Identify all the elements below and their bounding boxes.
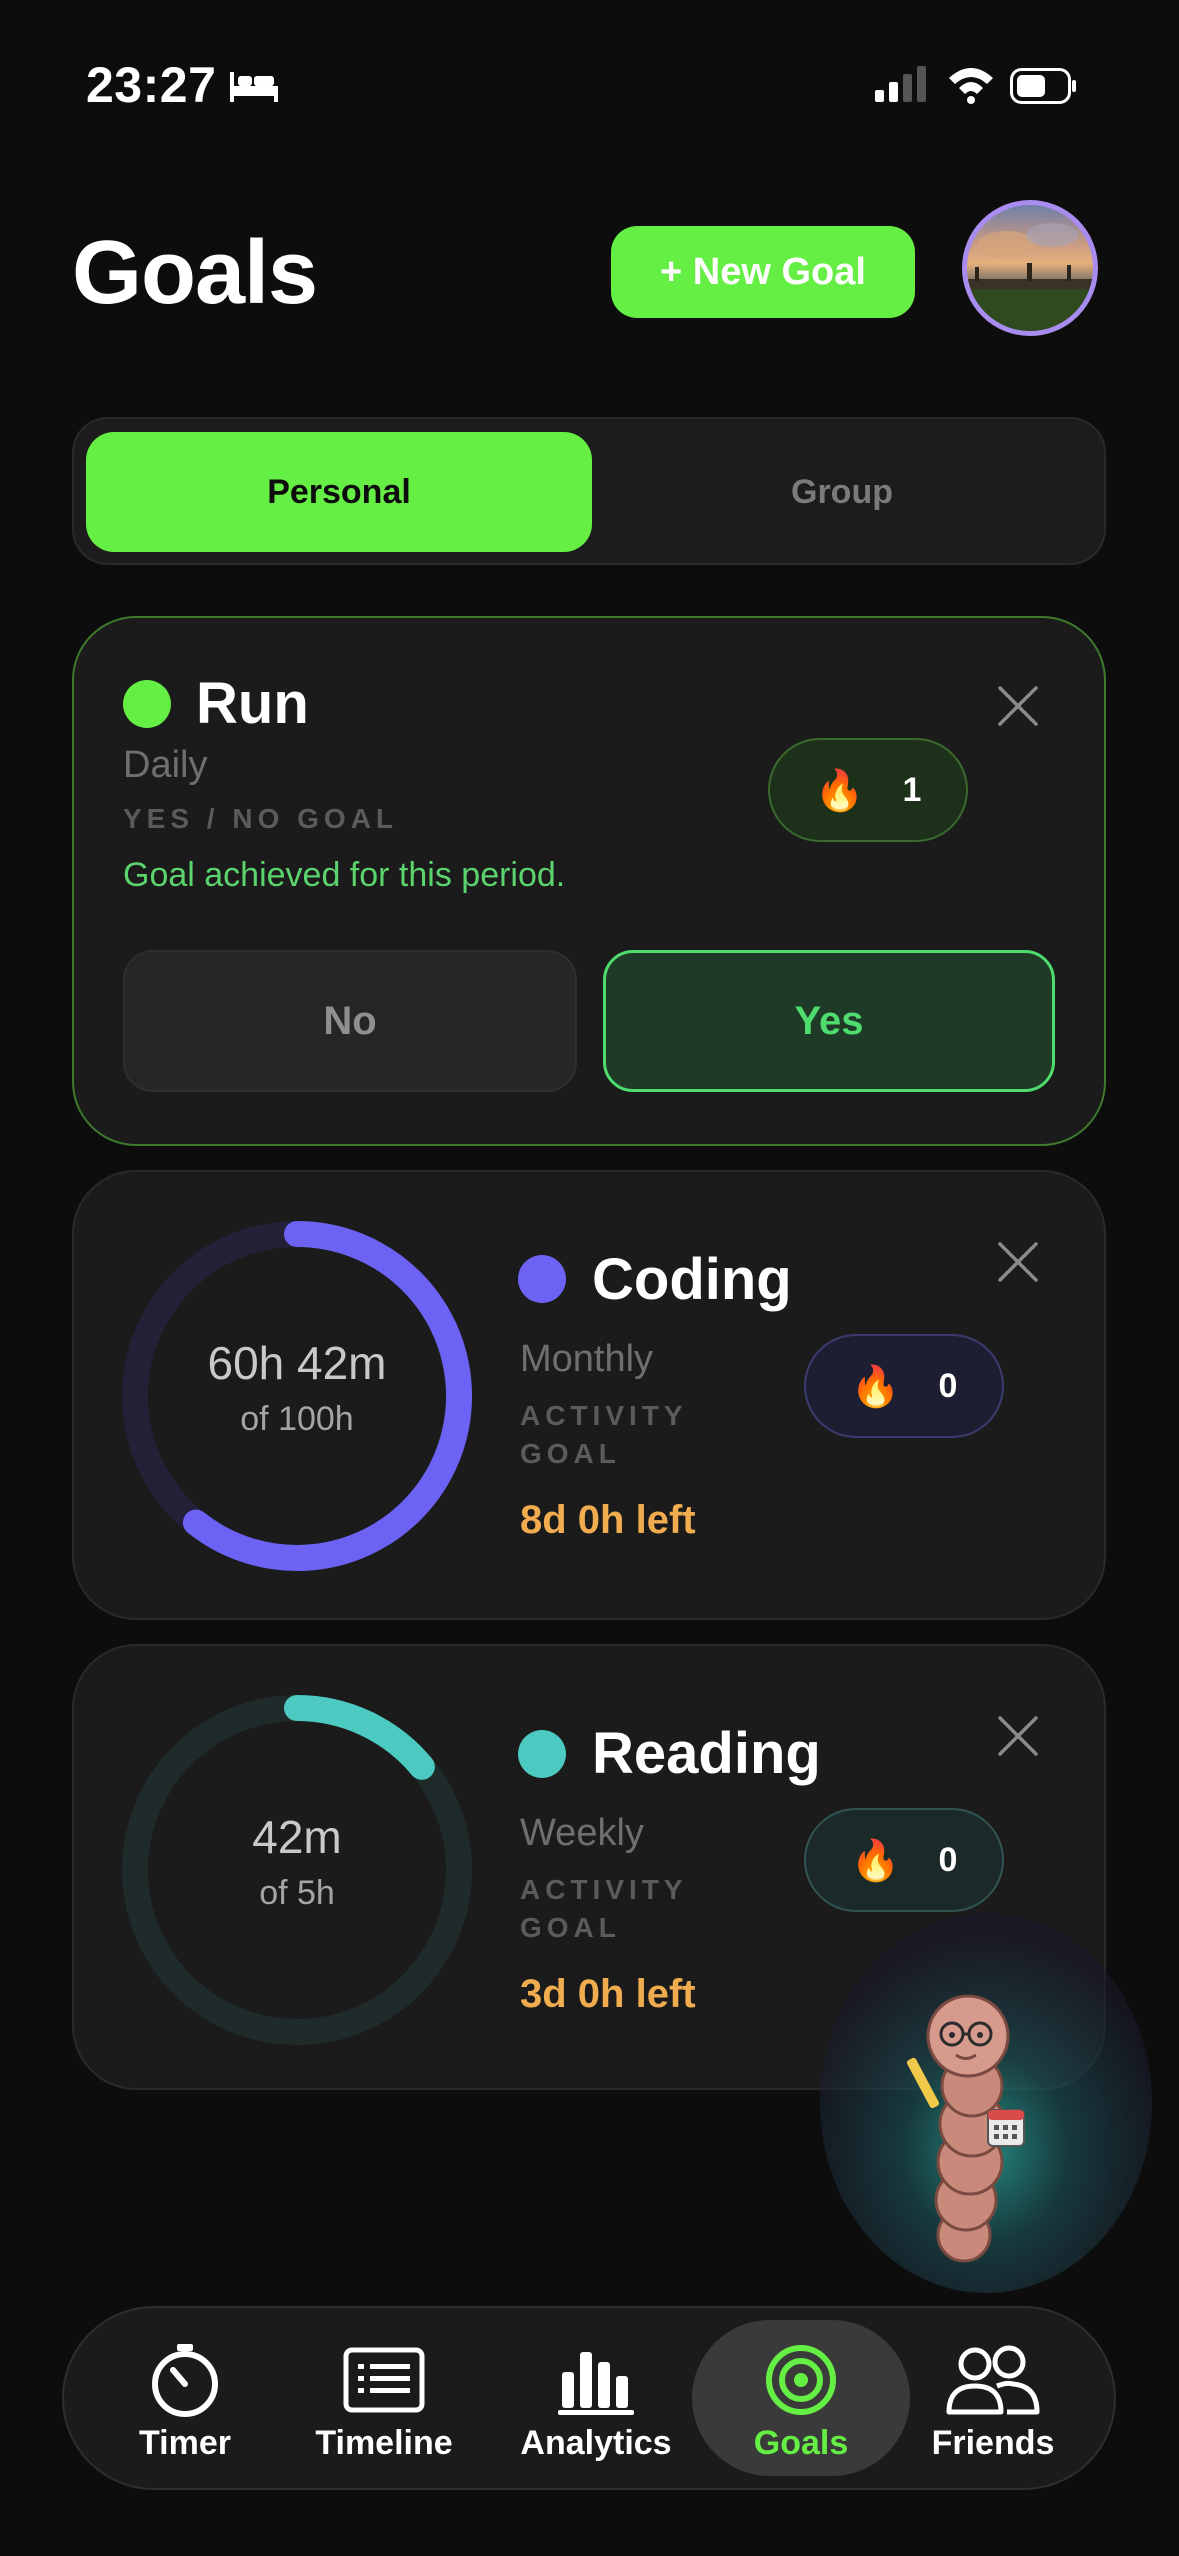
tab-timer[interactable]: Timer [85, 2342, 285, 2463]
tab-timeline[interactable]: Timeline [284, 2342, 484, 2463]
flame-icon: 🔥 [814, 768, 865, 813]
cellular-signal-icon [875, 66, 926, 102]
avatar[interactable] [962, 200, 1098, 336]
goals-icon [766, 2345, 836, 2415]
goal-type: YES / NO GOAL [123, 803, 399, 834]
tab-goals[interactable]: Goals [701, 2342, 901, 2463]
friends-icon [946, 2345, 1040, 2415]
tab-label: Timer [139, 2424, 231, 2462]
streak-count: 1 [902, 770, 922, 809]
tab-label: Goals [753, 2424, 849, 2462]
time-left: 8d 0h left [520, 1498, 696, 1542]
page-title: Goals [72, 223, 318, 323]
goal-color-dot [518, 1255, 566, 1303]
avatar-photo [967, 223, 1093, 331]
streak-badge: 🔥 0 [804, 1808, 1004, 1912]
worm-mascot-button[interactable] [818, 1910, 1154, 2296]
goal-period: Monthly [520, 1338, 654, 1380]
wifi-icon [949, 68, 993, 104]
goal-name: Run [196, 671, 309, 736]
tab-analytics[interactable]: Analytics [496, 2342, 696, 2463]
timeline-icon [343, 2347, 425, 2413]
progress-value: 60h 42m [207, 1337, 387, 1389]
tab-friends[interactable]: Friends [893, 2342, 1093, 2463]
segment-personal[interactable]: Personal [86, 432, 592, 552]
close-icon[interactable] [996, 1240, 1040, 1284]
flame-icon: 🔥 [850, 1364, 901, 1409]
close-icon[interactable] [996, 1714, 1040, 1758]
progress-target: of 100h [240, 1400, 354, 1438]
status-time: 23:27 [86, 57, 217, 113]
flame-icon: 🔥 [850, 1838, 901, 1883]
yes-button[interactable]: Yes [603, 950, 1055, 1092]
goal-name: Coding [592, 1247, 792, 1312]
tab-label: Analytics [520, 2424, 672, 2462]
timer-icon [152, 2344, 218, 2417]
analytics-icon [558, 2352, 634, 2415]
goal-period: Daily [123, 744, 208, 786]
goal-type: ACTIVITY GOAL [520, 1874, 688, 1943]
battery-icon [1010, 68, 1076, 104]
streak-badge: 🔥 1 [768, 738, 968, 842]
streak-count: 0 [938, 1840, 958, 1879]
no-button[interactable]: No [123, 950, 577, 1092]
goal-status: Goal achieved for this period. [123, 856, 566, 894]
streak-badge: 🔥 0 [804, 1334, 1004, 1438]
tab-label: Timeline [315, 2424, 453, 2462]
goal-period: Weekly [520, 1812, 644, 1854]
sleep-mode-icon [230, 72, 278, 102]
goal-name: Reading [592, 1721, 821, 1786]
progress-value: 42m [252, 1811, 342, 1863]
goal-color-dot [518, 1730, 566, 1778]
new-goal-button[interactable]: + New Goal [611, 226, 915, 318]
time-left: 3d 0h left [520, 1972, 696, 2016]
tab-label: Friends [931, 2424, 1055, 2462]
goal-color-dot [123, 680, 171, 728]
segment-group[interactable]: Group [592, 432, 1092, 552]
close-icon[interactable] [996, 684, 1040, 728]
goal-type: ACTIVITY GOAL [520, 1400, 688, 1469]
streak-count: 0 [938, 1366, 958, 1405]
progress-target: of 5h [259, 1874, 335, 1912]
